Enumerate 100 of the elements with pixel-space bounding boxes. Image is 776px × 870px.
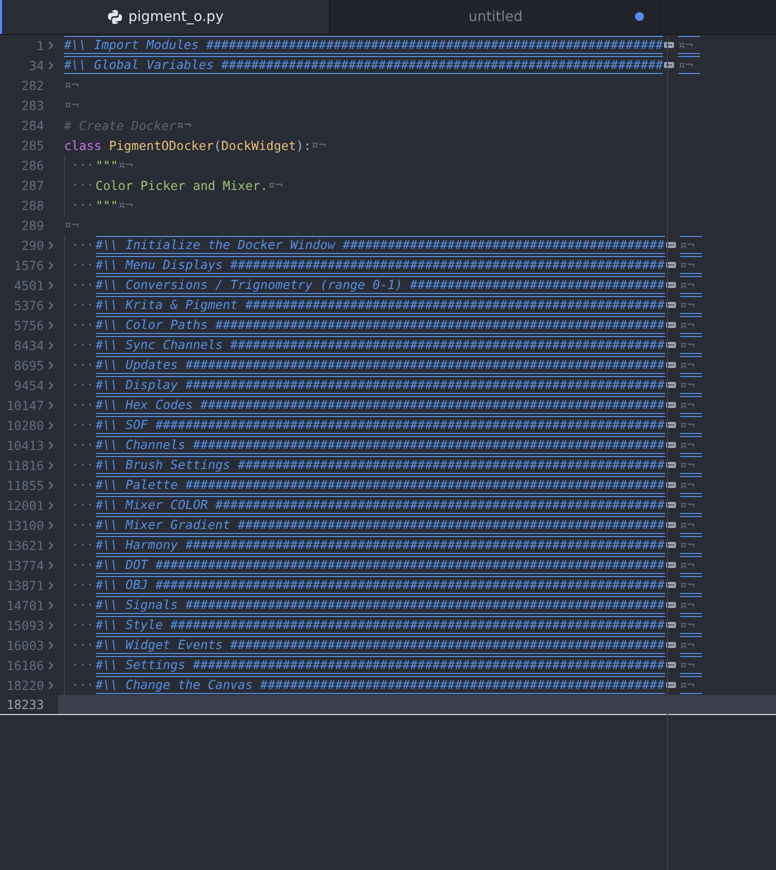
fold-marker-icon[interactable]: [664, 42, 674, 48]
fold-marker-icon[interactable]: [666, 282, 676, 288]
line-number: 1576: [14, 258, 44, 272]
fold-marker-icon[interactable]: [666, 302, 676, 308]
code-text: #\\ Display ################################################################: [96, 377, 665, 392]
indent-dots: ···: [64, 195, 96, 215]
chevron-right-icon[interactable]: [48, 500, 54, 510]
chevron-right-icon[interactable]: [48, 620, 54, 630]
fold-marker-icon[interactable]: [666, 542, 676, 548]
indent-dots: ···: [64, 635, 96, 655]
chevron-right-icon[interactable]: [48, 460, 54, 470]
fold-marker-icon[interactable]: [666, 342, 676, 348]
chevron-right-icon[interactable]: [48, 300, 54, 310]
fold-marker-icon[interactable]: [666, 482, 676, 488]
code-text: #\\ Initialize the Docker Window ###########################################: [96, 237, 665, 252]
indent-dots: ···: [64, 375, 96, 395]
chevron-right-icon[interactable]: [48, 580, 54, 590]
line-end-marker: ¤¬: [64, 96, 79, 114]
fold-marker-icon[interactable]: [666, 442, 676, 448]
fold-marker-icon[interactable]: [666, 262, 676, 268]
fold-marker-icon[interactable]: [666, 582, 676, 588]
fold-marker-icon[interactable]: [666, 502, 676, 508]
tab-title: pigment_o.py: [128, 9, 224, 25]
chevron-right-icon[interactable]: [48, 560, 54, 570]
chevron-right-icon[interactable]: [48, 660, 54, 670]
fold-marker-icon[interactable]: [666, 362, 676, 368]
chevron-right-icon[interactable]: [48, 340, 54, 350]
chevron-right-icon[interactable]: [48, 40, 54, 50]
code-text: #\\ Mixer COLOR ############################################################: [96, 497, 665, 512]
code-text: #\\ Krita & Pigment ########################################################: [96, 297, 665, 312]
code-text: #\\ Updates ################################################################: [96, 357, 665, 372]
file-tab[interactable]: pigment_o.py: [0, 0, 330, 34]
line-number: 10413: [6, 438, 44, 452]
line-number: 15093: [6, 618, 44, 632]
fold-marker-icon[interactable]: [666, 322, 676, 328]
fold-marker-icon[interactable]: [664, 62, 674, 68]
fold-marker-icon[interactable]: [666, 682, 676, 688]
line-number: 10280: [6, 418, 44, 432]
indent-dots: ···: [64, 515, 96, 535]
chevron-right-icon[interactable]: [48, 360, 54, 370]
chevron-right-icon[interactable]: [48, 480, 54, 490]
line-number: 34: [29, 58, 44, 72]
code-text: """: [96, 158, 118, 172]
indent-dots: ···: [64, 555, 96, 575]
line-end-marker: ¤¬: [311, 136, 326, 154]
fold-marker-icon[interactable]: [666, 242, 676, 248]
line-number: 282: [22, 78, 44, 92]
chevron-right-icon[interactable]: [48, 260, 54, 270]
line-number: 288: [22, 198, 44, 212]
indent-dots: ···: [64, 435, 96, 455]
fold-marker-icon[interactable]: [666, 622, 676, 628]
chevron-right-icon[interactable]: [48, 520, 54, 530]
fold-marker-icon[interactable]: [666, 422, 676, 428]
code-text: #\\ Change the Canvas ######################################################: [96, 677, 665, 692]
fold-marker-icon[interactable]: [666, 462, 676, 468]
chevron-right-icon[interactable]: [48, 600, 54, 610]
fold-marker-icon[interactable]: [666, 662, 676, 668]
chevron-right-icon[interactable]: [48, 240, 54, 250]
indent-dots: ···: [64, 175, 96, 195]
code-text: #\\ Import Modules #############################################################: [64, 37, 664, 52]
chevron-right-icon[interactable]: [48, 60, 54, 70]
fold-marker-icon[interactable]: [666, 402, 676, 408]
chevron-right-icon[interactable]: [48, 440, 54, 450]
fold-marker-icon[interactable]: [666, 602, 676, 608]
code-text: #\\ Signals ################################################################: [96, 597, 665, 612]
chevron-right-icon[interactable]: [48, 680, 54, 690]
code-text: #\\ Widget Events ##########################################################: [96, 637, 665, 652]
code-text: #\\ Color Paths ############################################################: [96, 317, 665, 332]
chevron-right-icon[interactable]: [48, 400, 54, 410]
chevron-right-icon[interactable]: [48, 380, 54, 390]
line-number: 11855: [6, 478, 44, 492]
code-text: #\\ Mixer Gradient #########################################################: [96, 517, 665, 532]
fold-marker-icon[interactable]: [666, 382, 676, 388]
code-text: #\\ Palette ################################################################: [96, 477, 665, 492]
chevron-right-icon[interactable]: [48, 640, 54, 650]
fold-marker-icon[interactable]: [666, 562, 676, 568]
line-number: 18233: [6, 697, 44, 712]
line-number: 1: [36, 38, 44, 52]
fold-marker-icon[interactable]: [666, 642, 676, 648]
chevron-right-icon[interactable]: [48, 280, 54, 290]
code-text: #\\ Global Variables ###########################################################: [64, 57, 664, 72]
code-text: #\\ Conversions / Trignometry (range 0-1) ##################################: [96, 277, 665, 292]
code-text: #\\ Channels ###############################################################: [96, 437, 665, 452]
line-number: 8695: [14, 358, 44, 372]
code-text: # Create Docker: [64, 118, 176, 132]
code-text: DockWidget: [221, 138, 296, 152]
line-number: 16003: [6, 638, 44, 652]
indent-dots: ···: [64, 535, 96, 555]
line-number: 284: [22, 118, 44, 132]
chevron-right-icon[interactable]: [48, 320, 54, 330]
indent-dots: ···: [64, 355, 96, 375]
code-text: ):: [296, 138, 312, 152]
line-end-marker: ¤¬: [64, 216, 79, 234]
code-text: class: [64, 138, 102, 152]
fold-marker-icon[interactable]: [666, 522, 676, 528]
indent-dots: ···: [64, 335, 96, 355]
indent-dots: ···: [64, 655, 96, 675]
chevron-right-icon[interactable]: [48, 420, 54, 430]
chevron-right-icon[interactable]: [48, 540, 54, 550]
code-text: (: [214, 138, 222, 152]
